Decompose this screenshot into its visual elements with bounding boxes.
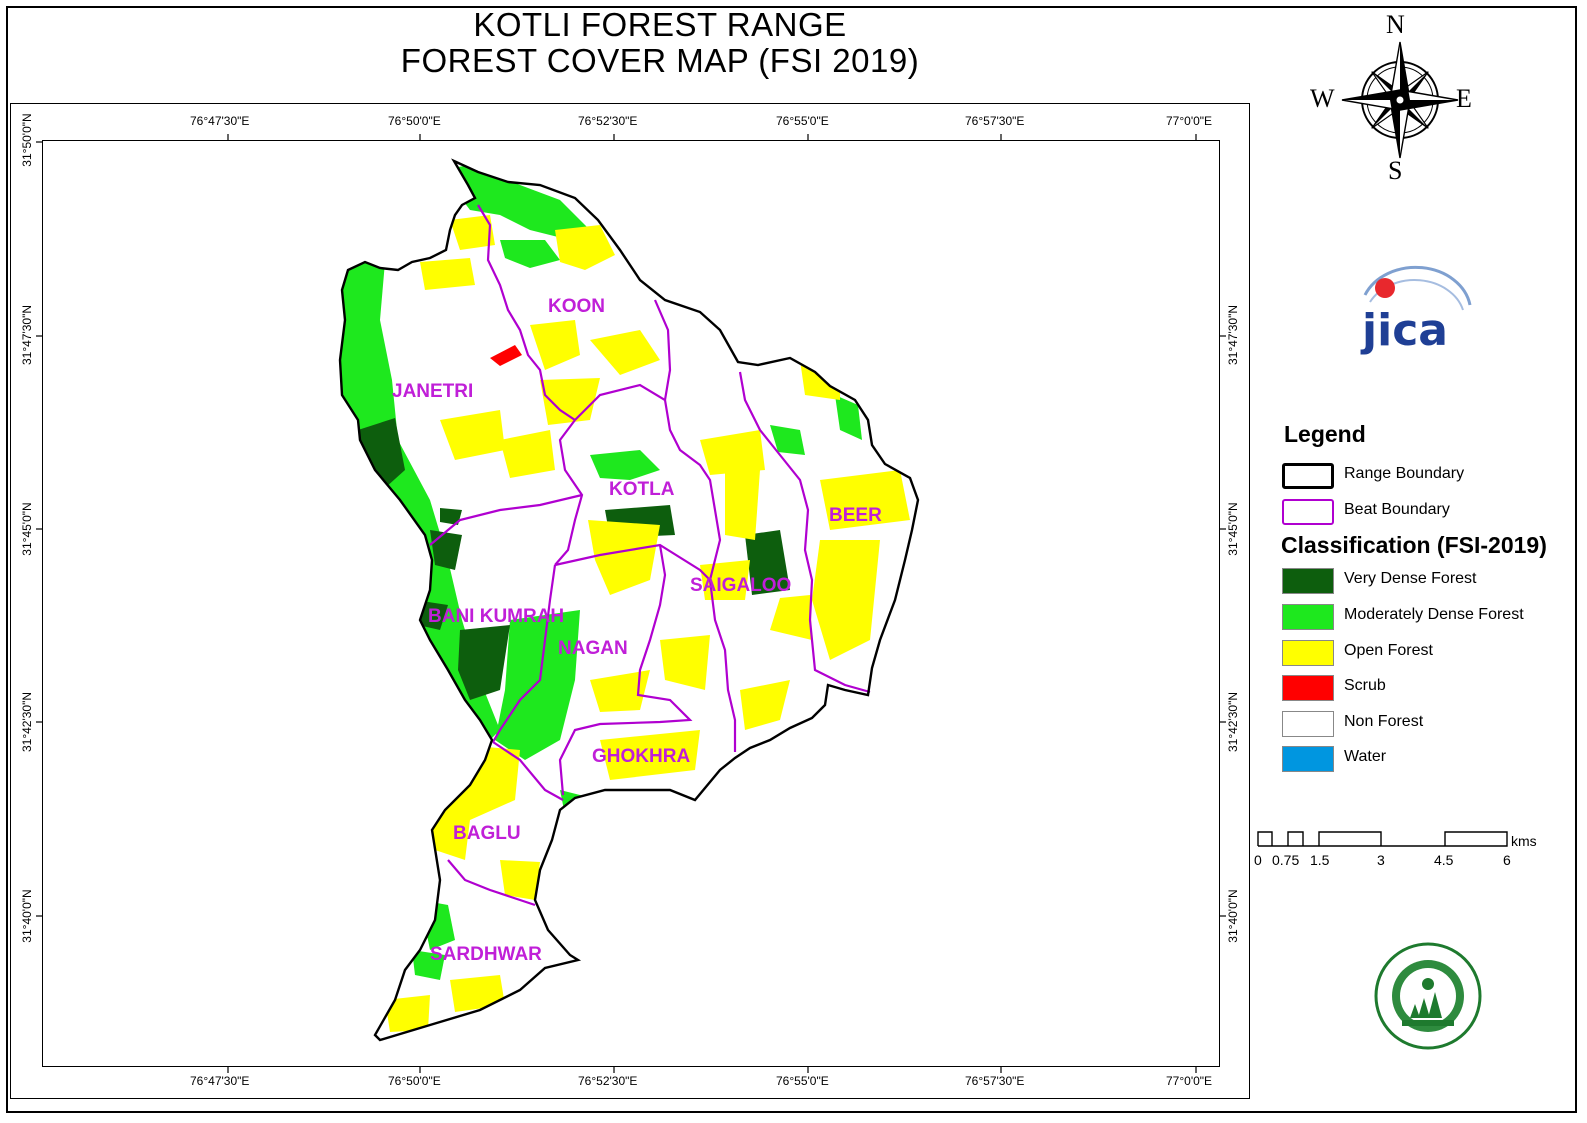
jica-logo: jica [1360, 265, 1472, 356]
legend-label: Range Boundary [1344, 465, 1465, 482]
beat-label-sardhwar: SARDHWAR [430, 944, 542, 965]
compass-east-label: E [1456, 84, 1472, 113]
moderately-dense-forest-swatch [1282, 604, 1334, 630]
classification-title: Classification (FSI-2019) [1281, 532, 1547, 558]
beat-label-saigaloo: SAIGALOO [690, 575, 792, 596]
scale-bar [1257, 831, 1508, 847]
compass-north-label: N [1386, 10, 1405, 39]
scale-tick-label: 6 [1503, 852, 1511, 868]
water-swatch [1282, 746, 1334, 772]
forest-department-seal-logo [1374, 942, 1482, 1050]
legend-label: Non Forest [1344, 713, 1424, 730]
scale-tick-label: 4.5 [1434, 852, 1454, 868]
very-dense-forest-swatch [1282, 568, 1334, 594]
legend-label: Scrub [1344, 677, 1386, 694]
legend-label: Very Dense Forest [1344, 570, 1477, 587]
scrub-swatch [1282, 675, 1334, 701]
beat-label-baglu: BAGLU [453, 823, 521, 844]
beat-label-janetri: JANETRI [392, 381, 474, 402]
legend-label: Open Forest [1344, 642, 1433, 659]
beat-label-kotla: KOTLA [609, 479, 675, 500]
scale-tick-label: 0.75 [1272, 852, 1300, 868]
legend-label: Moderately Dense Forest [1344, 606, 1524, 623]
beat-label-beer: BEER [829, 505, 882, 526]
compass-south-label: S [1388, 156, 1403, 185]
beat-label-nagan: NAGAN [558, 638, 628, 659]
range-boundary-swatch [1282, 463, 1334, 489]
legend-title: Legend [1284, 421, 1366, 447]
open-forest-swatch [1282, 640, 1334, 666]
compass-rose-icon [1341, 41, 1459, 159]
beat-label-ghokhra: GHOKHRA [592, 746, 691, 767]
beat-label-bani-kumrah: BANI KUMRAH [428, 606, 565, 627]
scale-tick-label: 3 [1377, 852, 1385, 868]
scale-tick-label: 0 [1254, 852, 1262, 868]
scale-tick-label: 1.5 [1310, 852, 1330, 868]
non-forest-swatch [1282, 711, 1334, 737]
scale-unit-label: kms [1511, 833, 1537, 849]
compass-west-label: W [1310, 84, 1335, 113]
beat-label-koon: KOON [548, 296, 605, 317]
beat-boundary-swatch [1282, 499, 1334, 525]
jica-logo-text: jica [1360, 305, 1448, 356]
legend-label: Water [1344, 748, 1387, 765]
legend-label: Beat Boundary [1344, 501, 1450, 518]
